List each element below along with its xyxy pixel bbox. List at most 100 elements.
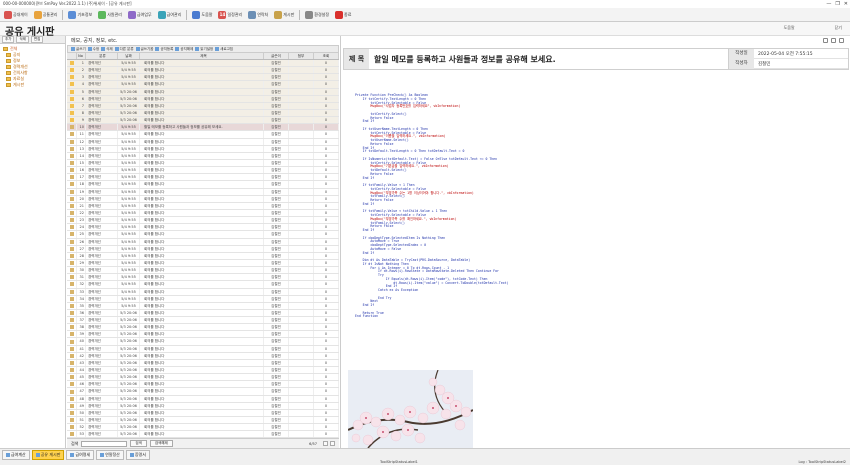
search-input[interactable] xyxy=(81,440,128,447)
toolbar-button-9[interactable]: 게시판 xyxy=(272,9,296,21)
prev-page-button[interactable] xyxy=(323,441,328,446)
table-row[interactable]: 2 경력개선 5/4 9:55 회의를 합니다 김철민 0 xyxy=(67,67,339,75)
list-toolbar-button[interactable]: 수정 xyxy=(87,47,99,52)
table-row[interactable]: 16 경력개선 5/4 9:55 회의를 합니다 김철민 0 xyxy=(67,167,339,175)
table-row[interactable]: 27 경력개선 5/4 9:55 회의를 합니다 김철민 0 xyxy=(67,245,339,253)
table-row[interactable]: 22 경력개선 5/4 9:55 회의를 합니다 김철민 0 xyxy=(67,209,339,218)
table-row[interactable]: 13 경력개선 5/4 9:55 회의를 합니다 김철민 0 xyxy=(67,145,339,153)
table-row[interactable]: 11 경력개선 5/4 9:55 회의를 합니다 김철민 0 xyxy=(67,131,339,139)
delete-category-button[interactable]: 삭제 xyxy=(16,36,29,43)
col-views[interactable]: 조회 xyxy=(314,53,339,59)
zoom-icon[interactable] xyxy=(823,37,828,43)
table-row[interactable]: 6 경력개선 5/3 20:06 회의를 합니다 김철민 0 xyxy=(67,95,339,103)
table-row[interactable]: 29 경력개선 5/4 9:55 회의를 합니다 김철민 0 xyxy=(67,259,339,268)
table-row[interactable]: 9 경력개선 5/3 20:06 회의를 합니다 김철민 0 xyxy=(67,117,339,125)
table-row[interactable]: 4 경력개선 5/4 9:55 회의를 합니다 김철민 0 xyxy=(67,81,339,89)
toolbar-button-6[interactable]: 도움말 xyxy=(190,9,214,21)
col-no[interactable]: No xyxy=(77,53,86,59)
table-row[interactable]: 28 경력개선 5/4 9:55 회의를 합니다 김철민 0 xyxy=(67,252,339,260)
table-row[interactable]: 20 경력개선 5/4 9:55 회의를 합니다 김철민 0 xyxy=(67,195,339,203)
table-row[interactable]: 5 경력개선 5/3 20:06 회의를 합니다 김철민 0 xyxy=(67,88,339,96)
toolbar-button-7[interactable]: 14 일정관리 xyxy=(216,9,244,21)
table-row[interactable]: 41 경력개선 5/3 20:06 회의를 합니다 김철민 0 xyxy=(67,345,339,353)
close-link[interactable]: 닫기 xyxy=(835,25,842,31)
table-row[interactable]: 45 경력개선 5/3 20:06 회의를 합니다 김철민 0 xyxy=(67,374,339,382)
table-row[interactable]: 8 경력개선 5/3 20:06 회의를 합니다 김철민 0 xyxy=(67,109,339,118)
list-toolbar-button[interactable]: 공지등록 xyxy=(155,47,173,52)
list-toolbar-button[interactable]: 글쓰기 xyxy=(71,47,86,52)
toolbar-button-8[interactable]: 연락처 xyxy=(246,9,270,21)
table-row[interactable]: 23 경력개선 5/4 9:55 회의를 합니다 김철민 0 xyxy=(67,217,339,225)
close-button[interactable]: ✕ xyxy=(844,1,848,7)
maximize-button[interactable]: ❐ xyxy=(835,1,839,7)
table-row[interactable]: 35 경력개선 5/4 9:55 회의를 합니다 김철민 0 xyxy=(67,302,339,310)
search-button[interactable]: 검색 xyxy=(130,440,147,447)
window-tab[interactable]: 증명서 xyxy=(125,450,150,460)
table-row[interactable]: 47 경력개선 5/3 20:06 회의를 합니다 김철민 0 xyxy=(67,388,339,396)
table-row[interactable]: 50 경력개선 5/3 20:06 회의를 합니다 김철민 0 xyxy=(67,409,339,418)
table-row[interactable]: 12 경력개선 5/4 9:55 회의를 합니다 김철민 0 xyxy=(67,138,339,146)
list-toolbar-button[interactable]: 공지해제 xyxy=(175,47,193,52)
help-link[interactable]: 도움말 xyxy=(784,25,795,31)
list-toolbar-button[interactable]: 다른 분류 xyxy=(114,47,134,52)
toolbar-button-1[interactable]: 공통관리 xyxy=(32,9,60,21)
table-row[interactable]: 49 경력개선 5/3 20:06 회의를 합니다 김철민 0 xyxy=(67,402,339,410)
table-row[interactable]: 26 경력개선 5/4 9:55 회의를 합니다 김철민 0 xyxy=(67,238,339,246)
table-row[interactable]: 36 경력개선 5/3 20:06 회의를 합니다 김철민 0 xyxy=(67,309,339,318)
table-row[interactable]: 40 경력개선 5/3 20:06 회의를 합니다 김철민 0 xyxy=(67,338,339,346)
print-icon[interactable] xyxy=(831,37,836,43)
table-row[interactable]: 48 경력개선 5/3 20:06 회의를 합니다 김철민 0 xyxy=(67,395,339,403)
table-row[interactable]: 37 경력개선 5/3 20:06 회의를 합니다 김철민 0 xyxy=(67,317,339,325)
table-row[interactable]: 7 경력개선 5/3 20:06 회의를 합니다 김철민 0 xyxy=(67,102,339,110)
toolbar-button-0[interactable]: 공대게이 xyxy=(2,9,30,21)
table-row[interactable]: 34 경력개선 5/4 9:55 회의를 합니다 김철민 0 xyxy=(67,295,339,303)
col-date[interactable]: 날짜 xyxy=(118,53,140,59)
table-row[interactable]: 25 경력개선 5/4 9:55 회의를 합니다 김철민 0 xyxy=(67,231,339,239)
list-toolbar-button[interactable]: 글쓰기옵 xyxy=(135,47,153,52)
toolbar-button-2[interactable]: 기초정보 xyxy=(66,9,94,21)
edit-category-button[interactable]: 편집 xyxy=(30,36,44,43)
table-row[interactable]: 18 경력개선 5/4 9:55 회의를 합니다 김철민 0 xyxy=(67,181,339,189)
window-tab[interactable]: 급여명세 xyxy=(66,450,95,460)
next-page-button[interactable] xyxy=(330,441,335,446)
table-row[interactable]: 19 경력개선 5/4 9:55 회의를 합니다 김철민 0 xyxy=(67,188,339,196)
table-row[interactable]: 46 경력개선 5/3 20:06 회의를 합니다 김철민 0 xyxy=(67,381,339,389)
list-toolbar-button[interactable]: 읽기설정 xyxy=(195,47,213,52)
toolbar-button-11[interactable]: 종료 xyxy=(333,9,353,21)
table-row[interactable]: 1 경력개선 5/4 9:55 회의를 합니다 김철민 0 xyxy=(67,60,339,68)
table-row[interactable]: 24 경력개선 5/4 9:55 회의를 합니다 김철민 0 xyxy=(67,224,339,232)
col-icon[interactable] xyxy=(67,53,77,59)
table-row[interactable]: 21 경력개선 5/4 9:55 회의를 합니다 김철민 0 xyxy=(67,202,339,210)
col-category[interactable]: 분류 xyxy=(86,53,118,59)
toolbar-button-4[interactable]: 급여업무 xyxy=(126,9,154,21)
toolbar-button-3[interactable]: 사원관리 xyxy=(96,9,124,21)
table-row[interactable]: 43 경력개선 5/3 20:06 회의를 합니다 김철민 0 xyxy=(67,359,339,368)
table-row[interactable]: 39 경력개선 5/3 20:06 회의를 합니다 김철민 0 xyxy=(67,331,339,339)
toolbar-button-5[interactable]: 급여관리 xyxy=(156,9,184,21)
table-row[interactable]: 33 경력개선 5/4 9:55 회의를 합니다 김철민 0 xyxy=(67,288,339,296)
search-reset-button[interactable]: 검색해제 xyxy=(149,440,173,447)
window-tab[interactable]: 공유 게시판 xyxy=(31,450,65,460)
close-icon[interactable] xyxy=(839,37,844,43)
col-title[interactable]: 제목 xyxy=(140,53,264,59)
table-row[interactable]: 14 경력개선 5/4 9:55 회의를 합니다 김철민 0 xyxy=(67,152,339,160)
table-row[interactable]: 32 경력개선 5/4 9:55 회의를 합니다 김철민 0 xyxy=(67,281,339,289)
table-row[interactable]: 38 경력개선 5/3 20:06 회의를 합니다 김철민 0 xyxy=(67,324,339,332)
col-author[interactable]: 글쓴이 xyxy=(264,53,289,59)
table-row[interactable]: 17 경력개선 5/4 9:55 회의를 합니다 김철민 0 xyxy=(67,174,339,182)
toolbar-button-10[interactable]: 환경설정 xyxy=(303,9,331,21)
minimize-button[interactable]: — xyxy=(826,1,831,7)
table-row[interactable]: 15 경력개선 5/4 9:55 회의를 합니다 김철민 0 xyxy=(67,159,339,168)
list-toolbar-button[interactable]: 새로고침 xyxy=(215,47,233,52)
table-row[interactable]: 51 경력개선 5/3 20:06 회의를 합니다 김철민 0 xyxy=(67,417,339,425)
table-row[interactable]: 10 경력개선 5/4 9:55 할일 메모를 등록하고 사원들과 정보를 공유해 보… xyxy=(67,124,339,132)
table-row[interactable]: 44 경력개선 5/3 20:06 회의를 합니다 김철민 0 xyxy=(67,367,339,375)
table-row[interactable]: 52 경력개선 5/3 20:06 회의를 합니다 김철민 0 xyxy=(67,424,339,432)
tree-item[interactable]: 게시판 xyxy=(3,82,62,88)
window-tab[interactable]: 급여계산 xyxy=(2,450,30,460)
table-row[interactable]: 30 경력개선 5/4 9:55 회의를 합니다 김철민 0 xyxy=(67,267,339,275)
list-toolbar-button[interactable]: 삭제 xyxy=(101,47,113,52)
add-category-button[interactable]: 추가 xyxy=(2,36,15,43)
table-row[interactable]: 3 경력개선 5/4 9:55 회의를 합니다 김철민 0 xyxy=(67,74,339,82)
col-attach[interactable]: 첨부 xyxy=(289,53,314,59)
